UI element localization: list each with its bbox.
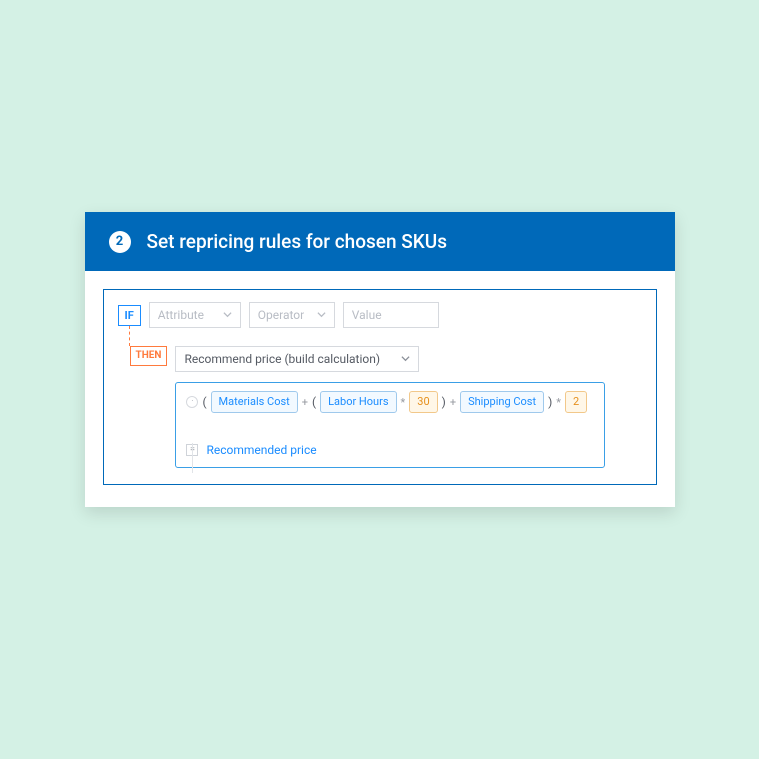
multiply-operator: *: [401, 396, 406, 409]
operator-placeholder: Operator: [258, 308, 304, 322]
formula-node-icon: ·: [186, 396, 198, 408]
step-number-badge: 2: [109, 231, 131, 253]
token-rate[interactable]: 30: [409, 391, 437, 412]
rule-panel: IF Attribute Operator Value: [103, 289, 657, 484]
then-row: THEN Recommend price (build calculation)…: [118, 346, 642, 467]
attribute-select[interactable]: Attribute: [149, 302, 241, 328]
formula-wrap: · ( Materials Cost + ( Labor Hours * 30 …: [186, 391, 594, 412]
formula-expression: · ( Materials Cost + ( Labor Hours * 30 …: [186, 391, 594, 412]
then-tag-column: THEN: [130, 346, 168, 366]
plus-operator: +: [450, 396, 456, 409]
formula-vertical-connector: [192, 443, 193, 473]
chevron-down-icon: [317, 308, 326, 322]
chevron-down-icon: [401, 352, 410, 366]
token-materials-cost[interactable]: Materials Cost: [211, 391, 298, 412]
open-paren: (: [312, 395, 316, 409]
step-header: 2 Set repricing rules for chosen SKUs: [85, 212, 675, 271]
value-input[interactable]: Value: [343, 302, 439, 328]
result-label: Recommended price: [206, 443, 316, 457]
repricing-card: 2 Set repricing rules for chosen SKUs IF…: [85, 212, 675, 506]
action-select[interactable]: Recommend price (build calculation): [175, 346, 419, 372]
attribute-placeholder: Attribute: [158, 308, 204, 322]
step-number: 2: [116, 234, 123, 249]
then-tag: THEN: [130, 346, 168, 366]
card-body: IF Attribute Operator Value: [85, 271, 675, 506]
token-shipping-cost[interactable]: Shipping Cost: [460, 391, 544, 412]
close-paren: ): [442, 395, 446, 409]
formula-builder[interactable]: · ( Materials Cost + ( Labor Hours * 30 …: [175, 382, 605, 467]
open-paren: (: [202, 395, 206, 409]
plus-operator: +: [302, 396, 308, 409]
token-multiplier[interactable]: 2: [565, 391, 587, 412]
formula-result-row: = Recommended price: [186, 443, 594, 457]
then-content: Recommend price (build calculation) · ( …: [175, 346, 605, 467]
token-labor-hours[interactable]: Labor Hours: [320, 391, 396, 412]
action-label: Recommend price (build calculation): [184, 352, 380, 366]
chevron-down-icon: [223, 308, 232, 322]
operator-select[interactable]: Operator: [249, 302, 335, 328]
close-paren: ): [548, 395, 552, 409]
if-tag: IF: [118, 305, 141, 326]
multiply-operator: *: [556, 396, 561, 409]
if-row: IF Attribute Operator Value: [118, 302, 642, 328]
if-then-connector: [129, 326, 130, 346]
value-placeholder: Value: [352, 308, 382, 322]
header-title: Set repricing rules for chosen SKUs: [147, 230, 447, 253]
